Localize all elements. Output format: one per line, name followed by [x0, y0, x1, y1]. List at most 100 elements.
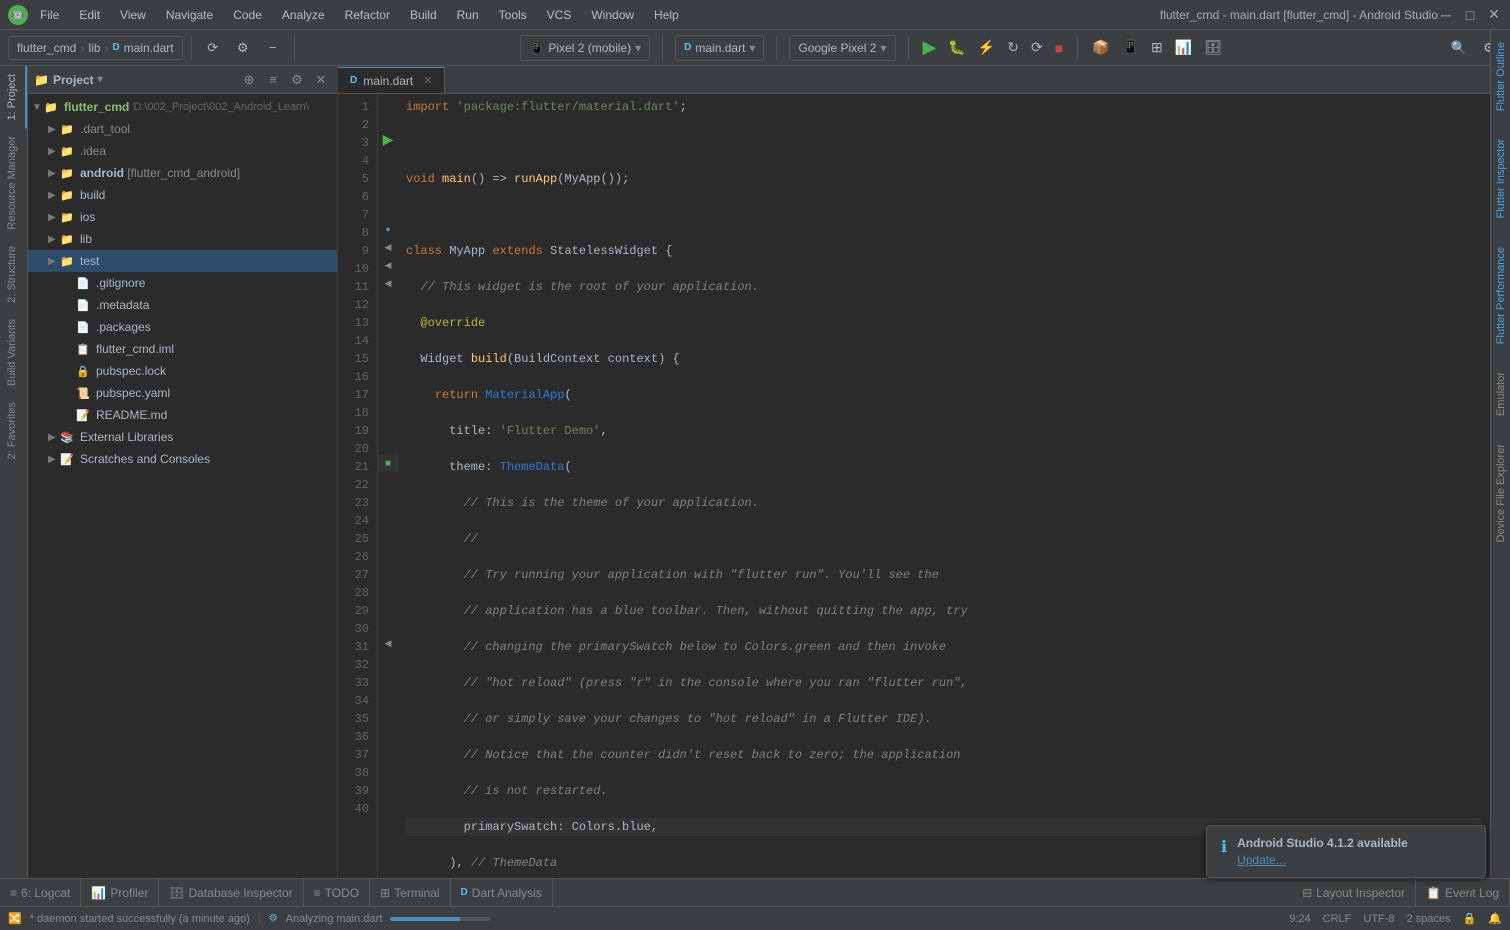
right-tab-flutter-perf[interactable]: Flutter Performance	[1492, 235, 1510, 356]
editor-tabs: D main.dart ✕	[338, 66, 1490, 94]
bottom-tab-layout-inspector[interactable]: ⊟ Layout Inspector	[1292, 879, 1416, 907]
tree-item-metadata[interactable]: 📄 .metadata	[28, 294, 337, 316]
apply-changes-button[interactable]: ↻	[1007, 39, 1019, 56]
avd-manager-button[interactable]: 📱	[1122, 39, 1139, 56]
expand-arrow-test-icon: ▶	[48, 256, 60, 267]
sidebar-item-project[interactable]: 1: Project	[0, 66, 27, 128]
bottom-tab-event-log[interactable]: 📋 Event Log	[1416, 879, 1510, 907]
tree-item-lib[interactable]: ▶ 📁 lib	[28, 228, 337, 250]
menu-navigate[interactable]: Navigate	[162, 6, 217, 24]
bottom-tab-profiler[interactable]: 📊 Profiler	[81, 879, 159, 907]
tree-item-gitignore[interactable]: 📄 .gitignore	[28, 272, 337, 294]
tree-item-android[interactable]: ▶ 📁 android [flutter_cmd_android]	[28, 162, 337, 184]
encoding: UTF-8	[1363, 913, 1394, 925]
code-editor[interactable]: 12345 678910 1112131415 1617181920 21222…	[338, 94, 1490, 878]
file-selector[interactable]: D main.dart ▾	[675, 35, 764, 61]
profiler-button[interactable]: 📊	[1175, 39, 1192, 56]
breadcrumb-file-icon: D	[112, 42, 119, 53]
tree-item-pubspec-lock[interactable]: 🔒 pubspec.lock	[28, 360, 337, 382]
device-selector[interactable]: 📱 Pixel 2 (mobile) ▾	[520, 35, 650, 61]
tree-item-build[interactable]: ▶ 📁 build	[28, 184, 337, 206]
project-settings-icon[interactable]: ⚙	[287, 70, 307, 90]
menu-help[interactable]: Help	[650, 6, 683, 24]
tree-item-readme[interactable]: 📝 README.md	[28, 404, 337, 426]
folder-ios-icon: 📁	[60, 211, 76, 224]
database-inspector-button[interactable]: 🗄	[1204, 39, 1222, 56]
project-collapse-icon[interactable]: ≡	[263, 70, 283, 90]
right-tab-flutter-inspector[interactable]: Flutter Inspector	[1492, 127, 1510, 230]
menu-run[interactable]: Run	[453, 6, 483, 24]
line-ending: CRLF	[1323, 913, 1352, 925]
window-controls[interactable]: ─ □ ✕	[1438, 7, 1502, 23]
sidebar-item-structure[interactable]: 2: Structure	[0, 238, 27, 311]
project-close-icon[interactable]: ✕	[311, 70, 331, 90]
tree-item-dart-tool[interactable]: ▶ 📁 .dart_tool	[28, 118, 337, 140]
minimize-button[interactable]: ─	[1438, 7, 1454, 23]
bottom-tab-logcat[interactable]: ≡ 6: Logcat	[0, 879, 81, 907]
menu-analyze[interactable]: Analyze	[278, 6, 329, 24]
menu-code[interactable]: Code	[229, 6, 266, 24]
tree-item-root[interactable]: ▼ 📁 flutter_cmd D:\002_Project\002_Andro…	[28, 96, 337, 118]
menu-window[interactable]: Window	[587, 6, 638, 24]
tree-item-test[interactable]: ▶ 📁 test	[28, 250, 337, 272]
git-icon: 🔀	[8, 912, 22, 925]
tree-item-external-libs[interactable]: ▶ 📚 External Libraries	[28, 426, 337, 448]
tree-item-ios[interactable]: ▶ 📁 ios	[28, 206, 337, 228]
bottom-tab-database[interactable]: 🗄 Database Inspector	[159, 879, 303, 907]
debug-button[interactable]: 🐛	[948, 39, 965, 56]
tree-item-iml[interactable]: 📋 flutter_cmd.iml	[28, 338, 337, 360]
tree-item-packages[interactable]: 📄 .packages	[28, 316, 337, 338]
profiler-icon: 📊	[91, 886, 106, 900]
apply-restart-button[interactable]: ⟳	[1031, 39, 1043, 56]
tree-item-pubspec-yaml[interactable]: 📜 pubspec.yaml	[28, 382, 337, 404]
menu-file[interactable]: File	[36, 6, 63, 24]
project-sync-icon[interactable]: ⊕	[239, 70, 259, 90]
status-right: 9:24 CRLF UTF-8 2 spaces 🔒 🔔	[1289, 912, 1502, 925]
menu-vcs[interactable]: VCS	[543, 6, 576, 24]
right-tab-device-file[interactable]: Device File Explorer	[1492, 432, 1510, 554]
tab-main-dart[interactable]: D main.dart ✕	[338, 67, 445, 93]
bottom-tab-todo[interactable]: ≡ TODO	[304, 879, 370, 907]
notification-update-link[interactable]: Update...	[1237, 853, 1471, 867]
tab-close-icon[interactable]: ✕	[423, 74, 432, 87]
editor-area: D main.dart ✕ 12345 678910 1112131415 16…	[338, 66, 1490, 878]
close-button[interactable]: ✕	[1486, 7, 1502, 23]
tree-item-scratches[interactable]: ▶ 📝 Scratches and Consoles	[28, 448, 337, 470]
folder-ext-icon: 📚	[60, 431, 76, 444]
settings-button[interactable]: ⚙	[230, 35, 256, 61]
app-icon: 🤖	[8, 5, 28, 25]
profile-button[interactable]: ⚡	[978, 39, 995, 56]
menu-edit[interactable]: Edit	[75, 6, 104, 24]
sidebar-item-build-variants[interactable]: Build Variants	[0, 311, 27, 394]
bottom-tab-dart-analysis[interactable]: D Dart Analysis	[451, 879, 553, 907]
run-button[interactable]: ▶	[923, 37, 937, 58]
line-numbers: 12345 678910 1112131415 1617181920 21222…	[338, 94, 378, 878]
folder-scratch-icon: 📝	[60, 453, 76, 466]
sidebar-item-resource[interactable]: Resource Manager	[0, 128, 27, 238]
menu-bar[interactable]: File Edit View Navigate Code Analyze Ref…	[36, 6, 1160, 24]
menu-refactor[interactable]: Refactor	[341, 6, 394, 24]
sidebar-item-favorites[interactable]: 2: Favorites	[0, 394, 27, 467]
right-tab-flutter-outline[interactable]: Flutter Outline	[1492, 30, 1510, 123]
right-tab-emulator[interactable]: Emulator	[1492, 360, 1510, 428]
search-everywhere-button[interactable]: 🔍	[1446, 35, 1472, 61]
bottom-tab-terminal[interactable]: ⊞ Terminal	[370, 879, 450, 907]
stop-button[interactable]: ■	[1055, 40, 1063, 56]
menu-tools[interactable]: Tools	[495, 6, 531, 24]
notification-title: Android Studio 4.1.2 available	[1237, 836, 1471, 850]
project-folder-icon: 📁	[44, 101, 60, 114]
tree-item-idea[interactable]: ▶ 📁 .idea	[28, 140, 337, 162]
menu-build[interactable]: Build	[406, 6, 441, 24]
code-content[interactable]: import 'package:flutter/material.dart'; …	[398, 94, 1490, 878]
maximize-button[interactable]: □	[1462, 7, 1478, 23]
menu-view[interactable]: View	[116, 6, 150, 24]
sync-button[interactable]: ⟳	[200, 35, 226, 61]
dart-analysis-icon: D	[461, 887, 468, 898]
collapse-button[interactable]: −	[260, 35, 286, 61]
project-breadcrumb[interactable]: flutter_cmd › lib › D main.dart	[8, 36, 183, 60]
folder-test-icon: 📁	[60, 255, 76, 268]
daemon-status: * daemon started successfully (a minute …	[30, 913, 250, 925]
layout-inspector-button[interactable]: ⊞	[1151, 39, 1163, 56]
sdk-manager-button[interactable]: 📦	[1092, 39, 1109, 56]
pixel-selector[interactable]: Google Pixel 2 ▾	[789, 35, 895, 61]
